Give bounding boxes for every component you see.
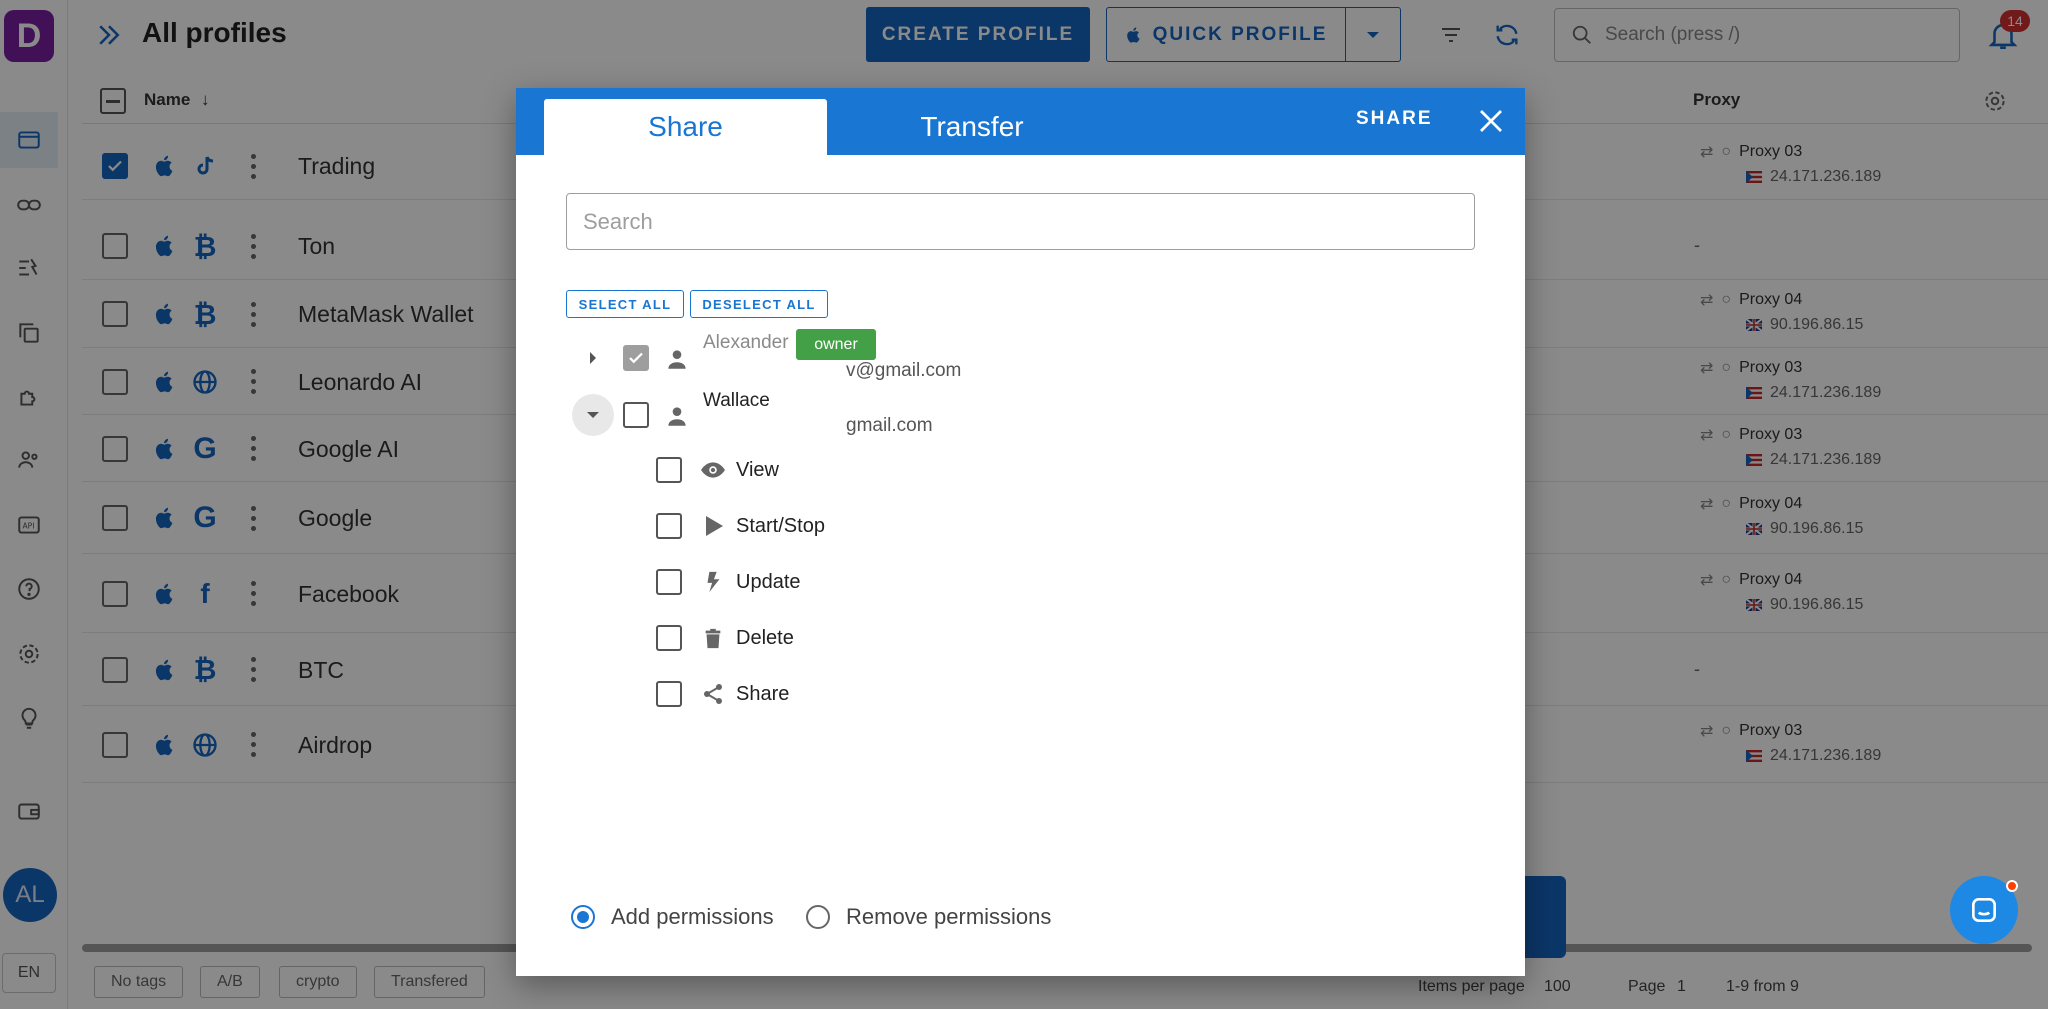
bolt-icon: [698, 567, 728, 597]
tab-transfer[interactable]: Transfer: [827, 99, 1117, 155]
checkmark-icon: [629, 352, 643, 364]
owner-badge: owner: [796, 329, 876, 360]
chat-icon: [1972, 898, 1996, 922]
collapse-user-toggle[interactable]: [572, 394, 614, 436]
permission-checkbox[interactable]: [656, 457, 682, 483]
trash-icon: [698, 623, 728, 653]
dialog-header: Share Transfer SHARE: [516, 88, 1525, 155]
add-permissions-label[interactable]: Add permissions: [611, 904, 774, 930]
user-checkbox: [623, 345, 649, 371]
eye-icon: [698, 455, 728, 485]
chat-unread-dot: [2006, 880, 2018, 892]
tab-share[interactable]: Share: [544, 99, 827, 155]
permission-label: View: [736, 459, 779, 481]
add-permissions-radio[interactable]: [571, 905, 595, 929]
permission-checkbox[interactable]: [656, 625, 682, 651]
expand-user-toggle[interactable]: [572, 337, 614, 379]
caret-down-icon: [587, 412, 599, 418]
person-icon: [668, 350, 686, 369]
select-all-button[interactable]: SELECT ALL: [566, 290, 684, 318]
user-checkbox[interactable]: [623, 402, 649, 428]
user-email: v@gmail.com: [846, 360, 962, 381]
user-name: Alexander: [703, 332, 789, 353]
permission-checkbox[interactable]: [656, 681, 682, 707]
permission-label: Share: [736, 683, 790, 705]
play-icon: [698, 511, 728, 541]
remove-permissions-radio[interactable]: [806, 905, 830, 929]
deselect-all-button[interactable]: DESELECT ALL: [690, 290, 828, 318]
share-dialog: Share Transfer SHARE SELECT ALL DESELECT…: [516, 88, 1525, 976]
permission-checkbox[interactable]: [656, 513, 682, 539]
user-email: gmail.com: [846, 415, 933, 436]
permission-checkbox[interactable]: [656, 569, 682, 595]
permission-label: Delete: [736, 627, 794, 649]
share-icon: [698, 679, 728, 709]
permission-label: Start/Stop: [736, 515, 825, 537]
remove-permissions-label[interactable]: Remove permissions: [846, 904, 1051, 930]
share-submit-button[interactable]: SHARE: [1356, 108, 1433, 130]
permission-label: Update: [736, 571, 801, 593]
close-icon[interactable]: [1476, 106, 1506, 136]
caret-right-icon: [590, 352, 596, 364]
user-search-input[interactable]: [566, 193, 1475, 250]
user-name: Wallace: [703, 390, 770, 411]
person-icon: [668, 407, 686, 426]
